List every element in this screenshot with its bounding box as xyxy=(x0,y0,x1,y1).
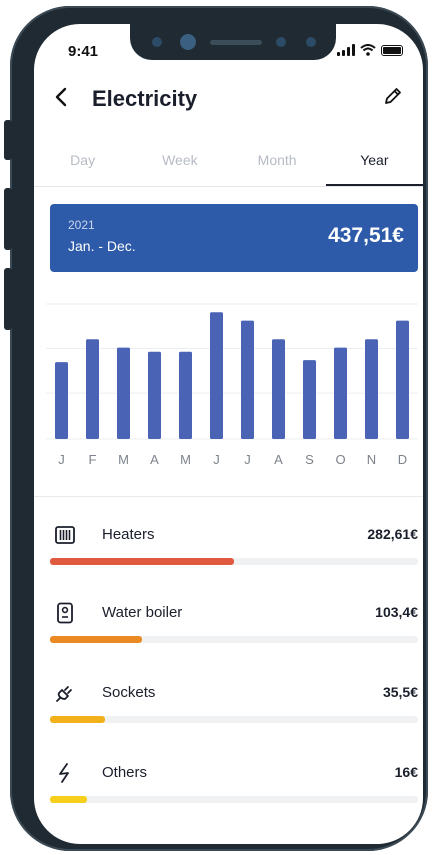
summary-total: 437,51€ xyxy=(328,224,404,247)
x-tick-label: A xyxy=(150,452,159,467)
x-tick-label: J xyxy=(244,452,251,467)
summary-range: Jan. - Dec. xyxy=(68,238,136,254)
sensor-dot xyxy=(306,37,316,47)
category-others[interactable]: Others 16€ xyxy=(50,762,418,822)
back-button[interactable] xyxy=(54,84,68,115)
pencil-icon xyxy=(385,88,401,104)
chevron-left-icon xyxy=(55,87,67,107)
tab-month[interactable]: Month xyxy=(229,144,326,186)
chart-bar[interactable] xyxy=(117,347,130,439)
category-progress-fill xyxy=(50,796,87,803)
status-icons xyxy=(337,44,403,56)
x-tick-label: N xyxy=(367,452,376,467)
summary-year: 2021 xyxy=(68,218,95,232)
phone-frame: 9:41 Electricity Day Week Month Year 202… xyxy=(10,6,428,851)
volume-up-button xyxy=(4,188,12,250)
tab-year[interactable]: Year xyxy=(325,144,423,186)
category-progress-track xyxy=(50,796,418,803)
x-tick-label: M xyxy=(180,452,191,467)
category-name: Water boiler xyxy=(102,604,183,621)
chart-bar[interactable] xyxy=(334,347,347,439)
wifi-icon xyxy=(360,44,376,56)
chart-bar[interactable] xyxy=(365,339,378,439)
x-tick-label: F xyxy=(89,452,97,467)
category-amount: 16€ xyxy=(394,764,418,780)
speaker-grille xyxy=(210,40,262,45)
category-progress-track xyxy=(50,558,418,565)
category-amount: 282,61€ xyxy=(367,526,418,542)
notch xyxy=(130,24,336,60)
x-tick-label: O xyxy=(335,452,345,467)
sensor-dot xyxy=(276,37,286,47)
category-progress-track xyxy=(50,636,418,643)
category-heaters[interactable]: Heaters 282,61€ xyxy=(50,524,418,584)
x-tick-label: D xyxy=(398,452,407,467)
divider xyxy=(34,496,423,497)
category-amount: 103,4€ xyxy=(375,604,418,620)
x-tick-label: J xyxy=(213,452,220,467)
chart-bar[interactable] xyxy=(303,360,316,439)
category-name: Heaters xyxy=(102,526,155,543)
tab-week[interactable]: Week xyxy=(131,144,228,186)
chart-bar[interactable] xyxy=(272,339,285,439)
plug-icon xyxy=(56,686,72,702)
chart-bar[interactable] xyxy=(55,362,68,439)
status-time: 9:41 xyxy=(68,43,99,60)
category-progress-track xyxy=(50,716,418,723)
category-sockets[interactable]: Sockets 35,5€ xyxy=(50,682,418,742)
chart-bar[interactable] xyxy=(148,351,161,439)
cellular-signal-icon xyxy=(337,44,355,56)
total-summary-card: 2021 Jan. - Dec. 437,51€ xyxy=(50,204,418,272)
chart-bar[interactable] xyxy=(210,312,223,439)
x-tick-label: S xyxy=(305,452,314,467)
camera-icon xyxy=(180,34,196,50)
category-amount: 35,5€ xyxy=(382,684,418,700)
category-progress-fill xyxy=(50,716,106,723)
chart-bar[interactable] xyxy=(396,320,409,439)
page-title: Electricity xyxy=(92,86,198,111)
battery-icon xyxy=(381,44,403,56)
category-water-boiler[interactable]: Water boiler 103,4€ xyxy=(50,602,418,662)
monthly-consumption-chart: JFMAMJJASOND xyxy=(46,303,418,467)
x-tick-label: M xyxy=(118,452,129,467)
boiler-icon xyxy=(57,602,73,624)
x-tick-label: A xyxy=(274,452,283,467)
volume-down-button xyxy=(4,268,12,330)
period-tabs: Day Week Month Year xyxy=(34,144,423,187)
app-screen: 9:41 Electricity Day Week Month Year 202… xyxy=(34,24,423,844)
chart-bar[interactable] xyxy=(86,339,99,439)
mute-switch xyxy=(4,120,12,160)
x-tick-label: J xyxy=(58,452,65,467)
chart-bar[interactable] xyxy=(179,351,192,439)
category-name: Sockets xyxy=(102,684,156,701)
radiator-icon xyxy=(55,526,75,544)
category-progress-fill xyxy=(50,636,142,643)
chart-bar[interactable] xyxy=(241,320,254,439)
lightning-icon xyxy=(59,763,69,783)
tab-day[interactable]: Day xyxy=(34,144,131,186)
category-progress-fill xyxy=(50,558,234,565)
category-name: Others xyxy=(102,764,148,781)
sensor-dot xyxy=(152,37,162,47)
edit-button[interactable] xyxy=(383,86,403,111)
